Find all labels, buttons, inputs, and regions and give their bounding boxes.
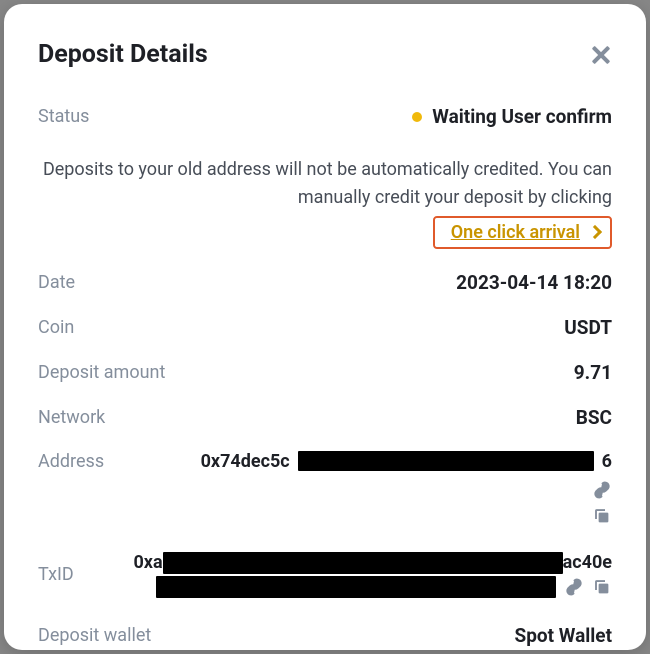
txid-prefix: 0xa xyxy=(133,552,162,573)
wallet-value: Spot Wallet xyxy=(515,624,613,647)
status-text: Waiting User confirm xyxy=(432,105,612,128)
wallet-row: Deposit wallet Spot Wallet xyxy=(38,624,612,647)
one-click-highlight: One click arrival xyxy=(433,216,612,249)
address-link-icon[interactable] xyxy=(592,480,612,500)
address-prefix: 0x74dec5c xyxy=(201,451,290,472)
chevron-right-icon xyxy=(588,225,602,239)
txid-row: TxID 0xa ac40e xyxy=(38,552,612,598)
coin-row: Coin USDT xyxy=(38,316,612,339)
network-row: Network BSC xyxy=(38,406,612,429)
address-redacted xyxy=(298,451,594,471)
txid-label: TxID xyxy=(38,564,74,585)
amount-label: Deposit amount xyxy=(38,362,165,383)
coin-value: USDT xyxy=(564,316,612,339)
coin-label: Coin xyxy=(38,317,74,338)
status-value: Waiting User confirm xyxy=(412,105,612,128)
network-value: BSC xyxy=(576,406,612,429)
modal-header: Deposit Details xyxy=(38,40,612,69)
address-copy-icon[interactable] xyxy=(592,506,612,526)
status-label: Status xyxy=(38,106,89,127)
txid-redacted-1 xyxy=(163,552,563,574)
close-icon[interactable] xyxy=(590,44,612,66)
notice-text: Deposits to your old address will not be… xyxy=(38,156,612,212)
network-label: Network xyxy=(38,407,105,428)
wallet-label: Deposit wallet xyxy=(38,625,151,646)
address-label: Address xyxy=(38,451,104,472)
one-click-arrival-link[interactable]: One click arrival xyxy=(451,222,580,243)
status-dot-icon xyxy=(412,112,422,122)
status-row: Status Waiting User confirm xyxy=(38,105,612,128)
txid-copy-icon[interactable] xyxy=(592,577,612,597)
deposit-details-modal: Deposit Details Status Waiting User conf… xyxy=(4,4,646,650)
date-value: 2023-04-14 18:20 xyxy=(456,271,612,294)
address-row: Address 0x74dec5c 6 xyxy=(38,451,612,526)
amount-row: Deposit amount 9.71 xyxy=(38,361,612,384)
address-suffix: 6 xyxy=(602,451,612,472)
date-label: Date xyxy=(38,272,75,293)
txid-link-icon[interactable] xyxy=(564,577,584,597)
date-row: Date 2023-04-14 18:20 xyxy=(38,271,612,294)
modal-title: Deposit Details xyxy=(38,40,208,69)
txid-redacted-2 xyxy=(156,576,556,598)
amount-value: 9.71 xyxy=(574,361,612,384)
txid-suffix: ac40e xyxy=(563,552,612,573)
